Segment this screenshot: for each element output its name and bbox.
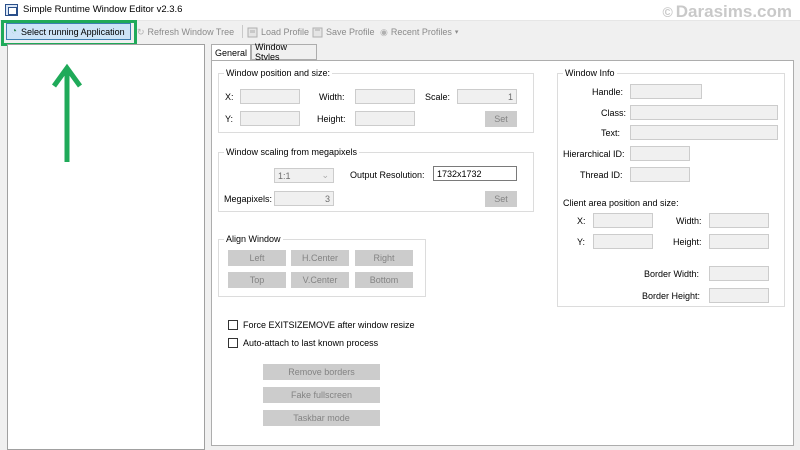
height-field[interactable]	[355, 111, 415, 126]
client-height-field[interactable]	[709, 234, 769, 249]
hierarchical-id-label: Hierarchical ID:	[563, 149, 625, 159]
force-exitsizemove-checkbox[interactable]: Force EXITSIZEMOVE after window resize	[228, 320, 415, 330]
copyright-icon: ©	[662, 4, 673, 20]
width-field[interactable]	[355, 89, 415, 104]
megapixels-label: Megapixels:	[224, 194, 273, 204]
handle-field[interactable]	[630, 84, 702, 99]
tab-general-label: General	[215, 48, 248, 58]
thread-id-label: Thread ID:	[580, 170, 623, 180]
handle-label: Handle:	[592, 87, 624, 97]
border-height-label: Border Height:	[642, 291, 701, 301]
width-label: Width:	[319, 92, 345, 102]
text-label: Text:	[601, 128, 621, 138]
app-icon	[5, 4, 18, 16]
general-tab-content: Window position and size: X: Y: Width: H…	[211, 60, 794, 446]
ratio-value: 1:1	[278, 171, 291, 181]
border-width-field[interactable]	[709, 266, 769, 281]
scaling-group: Window scaling from megapixels 1:1 ⌄ Out…	[218, 147, 534, 212]
client-y-label: Y:	[577, 237, 586, 247]
megapixels-field[interactable]: 3	[274, 191, 334, 206]
align-right-button[interactable]: Right	[355, 250, 413, 266]
chevron-down-icon: ▾	[454, 29, 459, 36]
x-field[interactable]	[240, 89, 300, 104]
toolbar-separator	[242, 25, 243, 38]
align-group-title: Align Window	[224, 234, 283, 244]
align-left-button[interactable]: Left	[228, 250, 286, 266]
taskbar-mode-button[interactable]: Taskbar mode	[263, 410, 380, 426]
load-icon	[247, 27, 258, 37]
watermark: © Darasims.com	[662, 2, 792, 22]
position-set-button[interactable]: Set	[485, 111, 517, 127]
load-profile-button[interactable]: Load Profile	[247, 24, 309, 40]
x-label: X:	[225, 92, 234, 102]
class-label: Class:	[601, 108, 627, 118]
window-title: Simple Runtime Window Editor v2.3.6	[23, 4, 183, 15]
align-bottom-button[interactable]: Bottom	[355, 272, 413, 288]
client-width-field[interactable]	[709, 213, 769, 228]
auto-attach-label: Auto-attach to last known process	[243, 338, 379, 348]
watermark-text: Darasims.com	[675, 2, 792, 21]
refresh-tree-label: Refresh Window Tree	[147, 27, 235, 37]
align-top-button[interactable]: Top	[228, 272, 286, 288]
border-width-label: Border Width:	[644, 269, 700, 279]
align-hcenter-button[interactable]: H.Center	[291, 250, 349, 266]
recent-icon: ◉	[380, 26, 388, 37]
refresh-tree-button[interactable]: ↻ Refresh Window Tree	[137, 24, 234, 40]
recent-profiles-label: Recent Profiles	[390, 27, 452, 37]
tab-window-styles-label: Window Styles	[255, 42, 288, 62]
align-group: Align Window Left H.Center Right Top V.C…	[218, 234, 426, 297]
up-arrow-icon	[51, 63, 83, 162]
thread-id-field[interactable]	[630, 167, 690, 182]
ratio-select[interactable]: 1:1 ⌄	[274, 168, 334, 183]
remove-borders-button[interactable]: Remove borders	[263, 364, 380, 380]
scale-field[interactable]: 1	[457, 89, 517, 104]
checkbox-box	[228, 320, 238, 330]
chevron-down-icon: ⌄	[321, 170, 329, 180]
border-height-field[interactable]	[709, 288, 769, 303]
auto-attach-checkbox[interactable]: Auto-attach to last known process	[228, 338, 378, 348]
window-info-title: Window Info	[563, 68, 617, 78]
position-group: Window position and size: X: Y: Width: H…	[218, 68, 534, 133]
client-height-label: Height:	[673, 237, 702, 247]
save-icon	[312, 27, 323, 37]
refresh-icon: ↻	[137, 26, 145, 37]
class-field[interactable]	[630, 105, 778, 120]
scale-label: Scale:	[425, 92, 451, 102]
window-info-group: Window Info Handle: Class: Text: Hierarc…	[557, 68, 785, 307]
client-area-title: Client area position and size:	[563, 198, 679, 208]
align-vcenter-button[interactable]: V.Center	[291, 272, 349, 288]
save-profile-label: Save Profile	[326, 27, 375, 37]
client-x-field[interactable]	[593, 213, 653, 228]
y-field[interactable]	[240, 111, 300, 126]
save-profile-button[interactable]: Save Profile	[312, 24, 375, 40]
output-resolution-field[interactable]: 1732x1732	[433, 166, 517, 181]
recent-profiles-button[interactable]: ◉ Recent Profiles ▾	[380, 24, 458, 40]
position-group-title: Window position and size:	[224, 68, 333, 78]
text-field[interactable]	[630, 125, 778, 140]
title-bar: Simple Runtime Window Editor v2.3.6 © Da…	[0, 0, 800, 21]
client-width-label: Width:	[676, 216, 702, 226]
client-y-field[interactable]	[593, 234, 653, 249]
hierarchical-id-field[interactable]	[630, 146, 690, 161]
height-label: Height:	[317, 114, 346, 124]
force-exitsizemove-label: Force EXITSIZEMOVE after window resize	[243, 320, 415, 330]
highlight-box	[1, 20, 137, 46]
y-label: Y:	[225, 114, 234, 124]
window-tree-panel[interactable]	[7, 44, 205, 450]
output-resolution-label: Output Resolution:	[350, 170, 425, 180]
tab-general[interactable]: General	[211, 44, 251, 61]
client-x-label: X:	[577, 216, 586, 226]
checkbox-box	[228, 338, 238, 348]
scaling-group-title: Window scaling from megapixels	[224, 147, 360, 157]
load-profile-label: Load Profile	[261, 27, 310, 37]
tab-window-styles[interactable]: Window Styles	[251, 42, 317, 62]
fake-fullscreen-button[interactable]: Fake fullscreen	[263, 387, 380, 403]
scaling-set-button[interactable]: Set	[485, 191, 517, 207]
